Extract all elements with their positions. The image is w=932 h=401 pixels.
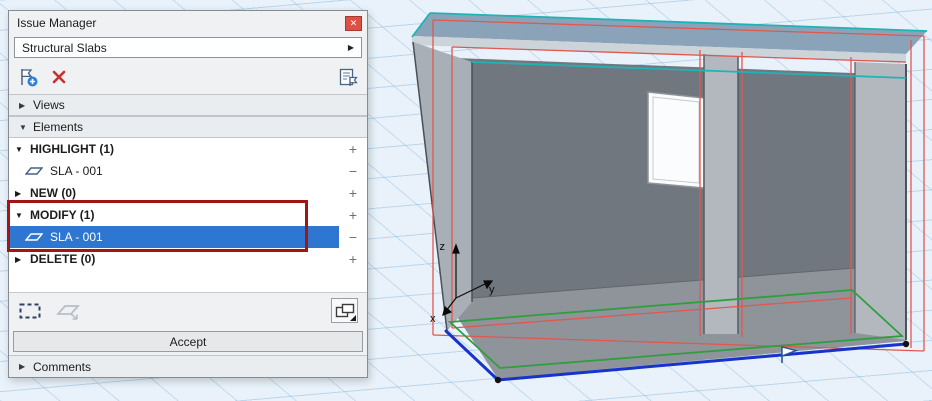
- red-x-icon: [51, 69, 67, 85]
- tree-group-label: NEW (0): [30, 186, 76, 200]
- marquee-icon: [18, 301, 42, 321]
- highlight-slab-icon: [56, 301, 82, 321]
- axis-label-x: x: [430, 313, 436, 325]
- scheme-row: Structural Slabs ▶: [9, 35, 367, 60]
- tree-item-modify-sla001[interactable]: SLA - 001 −: [9, 226, 367, 248]
- elements-tree: ▼ HIGHLIGHT (1) + SLA - 001 − ▶ NEW (0) …: [9, 138, 367, 292]
- chevron-right-icon: ▶: [19, 101, 33, 110]
- axis-label-y: y: [489, 284, 495, 296]
- middle-wall-end: [704, 54, 738, 334]
- marquee-button[interactable]: [18, 301, 42, 321]
- tree-item-label: SLA - 001: [50, 164, 103, 178]
- delete-issue-button[interactable]: [51, 69, 67, 85]
- tree-group-label: DELETE (0): [30, 252, 95, 266]
- window-opening: [648, 92, 704, 188]
- chevron-right-icon: ▶: [19, 362, 33, 371]
- tree-group-highlight[interactable]: ▼ HIGHLIGHT (1) +: [9, 138, 367, 160]
- right-wall: [855, 62, 906, 340]
- issue-scheme-dropdown[interactable]: Structural Slabs ▶: [14, 37, 362, 58]
- issue-organizer-button[interactable]: [337, 66, 359, 88]
- corner-node-left[interactable]: [495, 377, 501, 383]
- overlapping-views-icon: [334, 302, 356, 320]
- flag-plus-icon: [17, 66, 39, 88]
- new-issue-button[interactable]: [17, 66, 39, 88]
- issue-manager-panel: Issue Manager ✕ Structural Slabs ▶: [8, 10, 368, 378]
- tree-group-main: ▶ DELETE (0): [9, 248, 339, 270]
- add-elements-button[interactable]: +: [339, 141, 367, 157]
- tree-group-main: ▼ HIGHLIGHT (1): [9, 138, 339, 160]
- remove-element-button[interactable]: −: [339, 229, 367, 245]
- close-button[interactable]: ✕: [345, 16, 362, 31]
- zoom-to-elements-button[interactable]: [331, 298, 358, 323]
- tree-item-main: SLA - 001: [9, 160, 339, 182]
- panel-titlebar[interactable]: Issue Manager ✕: [9, 11, 367, 35]
- tree-item-highlight-sla001[interactable]: SLA - 001 −: [9, 160, 367, 182]
- chevron-down-icon[interactable]: ▼: [15, 211, 30, 220]
- model-room: [412, 13, 927, 379]
- add-elements-button[interactable]: +: [339, 251, 367, 267]
- panel-title: Issue Manager: [17, 16, 345, 30]
- slab-icon: [25, 231, 43, 243]
- axis-label-z: z: [440, 241, 446, 253]
- bottom-toolbar: [9, 292, 367, 328]
- tree-group-main: ▼ MODIFY (1): [9, 204, 339, 226]
- tree-group-new[interactable]: ▶ NEW (0) +: [9, 182, 367, 204]
- accept-row: Accept: [9, 328, 367, 355]
- scheme-value: Structural Slabs: [22, 41, 107, 55]
- chevron-right-icon[interactable]: ▶: [15, 255, 30, 264]
- tree-group-label: MODIFY (1): [30, 208, 94, 222]
- section-views[interactable]: ▶ Views: [9, 94, 367, 116]
- highlight-elements-button[interactable]: [56, 301, 82, 321]
- tree-item-main: SLA - 001: [9, 226, 339, 248]
- section-comments[interactable]: ▶ Comments: [9, 355, 367, 377]
- flyout-arrow-icon: ▶: [348, 43, 354, 52]
- section-elements[interactable]: ▼ Elements: [9, 116, 367, 138]
- corner-node-right[interactable]: [903, 341, 909, 347]
- slab-icon: [25, 165, 43, 177]
- section-views-label: Views: [33, 98, 65, 112]
- chevron-right-icon[interactable]: ▶: [15, 189, 30, 198]
- section-comments-label: Comments: [33, 360, 91, 374]
- add-elements-button[interactable]: +: [339, 185, 367, 201]
- issue-toolbar: [9, 60, 367, 94]
- chevron-down-icon[interactable]: ▼: [15, 145, 30, 154]
- tree-group-delete[interactable]: ▶ DELETE (0) +: [9, 248, 367, 270]
- accept-button[interactable]: Accept: [13, 331, 363, 352]
- chevron-down-icon: ▼: [19, 123, 33, 132]
- tree-group-modify[interactable]: ▼ MODIFY (1) +: [9, 204, 367, 226]
- section-elements-label: Elements: [33, 120, 83, 134]
- tree-item-label: SLA - 001: [50, 230, 103, 244]
- remove-element-button[interactable]: −: [339, 163, 367, 179]
- tree-group-main: ▶ NEW (0): [9, 182, 339, 204]
- tree-group-label: HIGHLIGHT (1): [30, 142, 114, 156]
- issue-organizer-icon: [337, 66, 359, 88]
- add-elements-button[interactable]: +: [339, 207, 367, 223]
